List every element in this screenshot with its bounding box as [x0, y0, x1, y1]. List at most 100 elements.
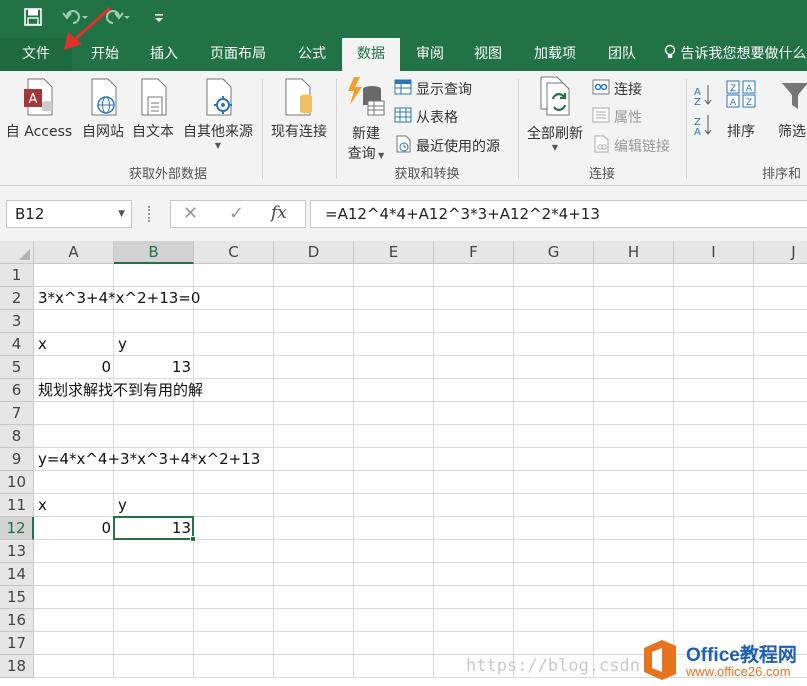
cell-a2[interactable]: 3*x^3+4*x^2+13=0 — [34, 287, 200, 310]
tell-me-box[interactable]: 告诉我您想要做什么 — [664, 38, 806, 71]
new-query-label-2: 查询 ▼ — [347, 146, 385, 162]
row-header-4[interactable]: 4 — [0, 333, 34, 356]
tab-view[interactable]: 视图 — [460, 38, 516, 71]
column-gridline — [673, 264, 674, 678]
row-header-11[interactable]: 11 — [0, 494, 34, 517]
new-query-icon — [340, 75, 392, 123]
cell-a11[interactable]: x — [34, 494, 47, 517]
name-box[interactable]: B12 ▼ — [6, 200, 132, 228]
cell-a4[interactable]: x — [34, 333, 47, 356]
cell-b4[interactable]: y — [114, 333, 127, 356]
row-gridline — [34, 608, 807, 609]
column-header-g[interactable]: G — [514, 241, 594, 264]
from-table-button[interactable]: 从表格 — [394, 107, 458, 127]
row-header-16[interactable]: 16 — [0, 609, 34, 632]
column-header-h[interactable]: H — [594, 241, 674, 264]
title-bar — [0, 0, 807, 38]
cell-a9[interactable]: y=4*x^4+3*x^3+4*x^2+13 — [34, 448, 260, 471]
connections-button[interactable]: 连接 — [592, 79, 642, 99]
tab-insert[interactable]: 插入 — [136, 38, 192, 71]
row-header-3[interactable]: 3 — [0, 310, 34, 333]
insert-function-icon[interactable]: fx — [271, 203, 287, 223]
cell-b11[interactable]: y — [114, 494, 127, 517]
selected-cell-border — [113, 516, 196, 542]
column-header-b[interactable]: B — [114, 241, 194, 264]
column-header-a[interactable]: A — [34, 241, 114, 264]
filter-label: 筛选 — [778, 124, 806, 140]
column-gridline — [273, 264, 274, 678]
from-text-button[interactable]: 自文本 — [128, 77, 178, 141]
table-grid-icon — [394, 107, 412, 127]
cell-a12[interactable]: 0 — [34, 517, 114, 540]
ribbon-tabs: 文件 开始 插入 页面布局 公式 数据 审阅 视图 加载项 团队 告诉我您想要做… — [0, 38, 807, 71]
existing-connections-label: 现有连接 — [271, 124, 327, 140]
column-header-e[interactable]: E — [354, 241, 434, 264]
tab-review[interactable]: 审阅 — [402, 38, 458, 71]
column-header-f[interactable]: F — [434, 241, 514, 264]
cell-a6[interactable]: 规划求解找不到有用的解 — [34, 379, 203, 402]
tab-addins[interactable]: 加载项 — [520, 38, 590, 71]
row-header-9[interactable]: 9 — [0, 448, 34, 471]
from-table-label: 从表格 — [416, 110, 458, 126]
row-header-7[interactable]: 7 — [0, 402, 34, 425]
formula-input[interactable]: =A12^4*4+A12^3*3+A12^2*4+13 — [310, 200, 807, 228]
cancel-icon[interactable]: ✕ — [183, 203, 198, 224]
name-box-dropdown-icon[interactable]: ▼ — [118, 201, 125, 227]
tab-team[interactable]: 团队 — [594, 38, 650, 71]
formula-bar-grip[interactable] — [148, 206, 151, 222]
refresh-all-button[interactable]: 全部刷新 ▼ — [522, 75, 588, 152]
tab-data[interactable]: 数据 — [342, 38, 400, 71]
svg-text:Z: Z — [694, 97, 701, 108]
row-header-14[interactable]: 14 — [0, 563, 34, 586]
row-header-10[interactable]: 10 — [0, 471, 34, 494]
column-header-i[interactable]: I — [674, 241, 754, 264]
recent-sources-button[interactable]: 最近使用的源 — [394, 135, 500, 157]
column-header-d[interactable]: D — [274, 241, 354, 264]
new-query-button[interactable]: 新建 查询 ▼ — [340, 75, 392, 163]
tell-me-text: 告诉我您想要做什么 — [680, 46, 807, 62]
row-header-6[interactable]: 6 — [0, 379, 34, 402]
select-all-corner[interactable] — [0, 241, 34, 264]
column-gridline — [593, 264, 594, 678]
row-header-5[interactable]: 5 — [0, 356, 34, 379]
row-header-17[interactable]: 17 — [0, 632, 34, 655]
properties-button[interactable]: 属性 — [592, 107, 642, 127]
row-header-13[interactable]: 13 — [0, 540, 34, 563]
show-queries-button[interactable]: 显示查询 — [394, 79, 472, 99]
column-gridline — [513, 264, 514, 678]
row-header-12[interactable]: 12 — [0, 517, 34, 540]
column-gridline — [193, 264, 194, 678]
enter-icon[interactable]: ✓ — [229, 203, 244, 224]
column-header-j[interactable]: J — [754, 241, 807, 264]
edit-links-button[interactable]: 编辑链接 — [592, 135, 670, 157]
save-icon[interactable] — [24, 8, 42, 31]
access-icon: A — [4, 77, 74, 121]
sort-button[interactable]: ZAAZ 排序 — [718, 77, 764, 141]
sort-az-button[interactable]: AZZA — [690, 81, 716, 141]
tab-formulas[interactable]: 公式 — [284, 38, 340, 71]
from-access-button[interactable]: A 自 Access — [4, 77, 74, 141]
fill-handle[interactable] — [190, 536, 196, 542]
row-header-2[interactable]: 2 — [0, 287, 34, 310]
column-gridline — [753, 264, 754, 678]
row-header-15[interactable]: 15 — [0, 586, 34, 609]
from-web-button[interactable]: 自网站 — [78, 77, 128, 141]
customize-icon[interactable] — [153, 8, 165, 31]
row-header-8[interactable]: 8 — [0, 425, 34, 448]
from-other-sources-button[interactable]: 自其他来源 ▼ — [178, 77, 258, 150]
row-header-18[interactable]: 18 — [0, 655, 34, 678]
existing-connections-button[interactable]: 现有连接 — [266, 77, 332, 141]
column-header-c[interactable]: C — [194, 241, 274, 264]
other-sources-icon — [178, 77, 258, 121]
new-query-label-1: 新建 — [352, 126, 380, 142]
cell-a5[interactable]: 0 — [34, 356, 114, 379]
row-gridline — [34, 562, 807, 563]
row-header-1[interactable]: 1 — [0, 264, 34, 287]
refresh-all-label: 全部刷新 — [527, 126, 583, 142]
filter-button[interactable]: 筛选 — [778, 77, 807, 141]
properties-label: 属性 — [614, 110, 642, 126]
connections-label: 连接 — [614, 82, 642, 98]
logo-brand-text: Office教程网 — [686, 645, 797, 666]
tab-page-layout[interactable]: 页面布局 — [196, 38, 280, 71]
cell-b5[interactable]: 13 — [114, 356, 194, 379]
